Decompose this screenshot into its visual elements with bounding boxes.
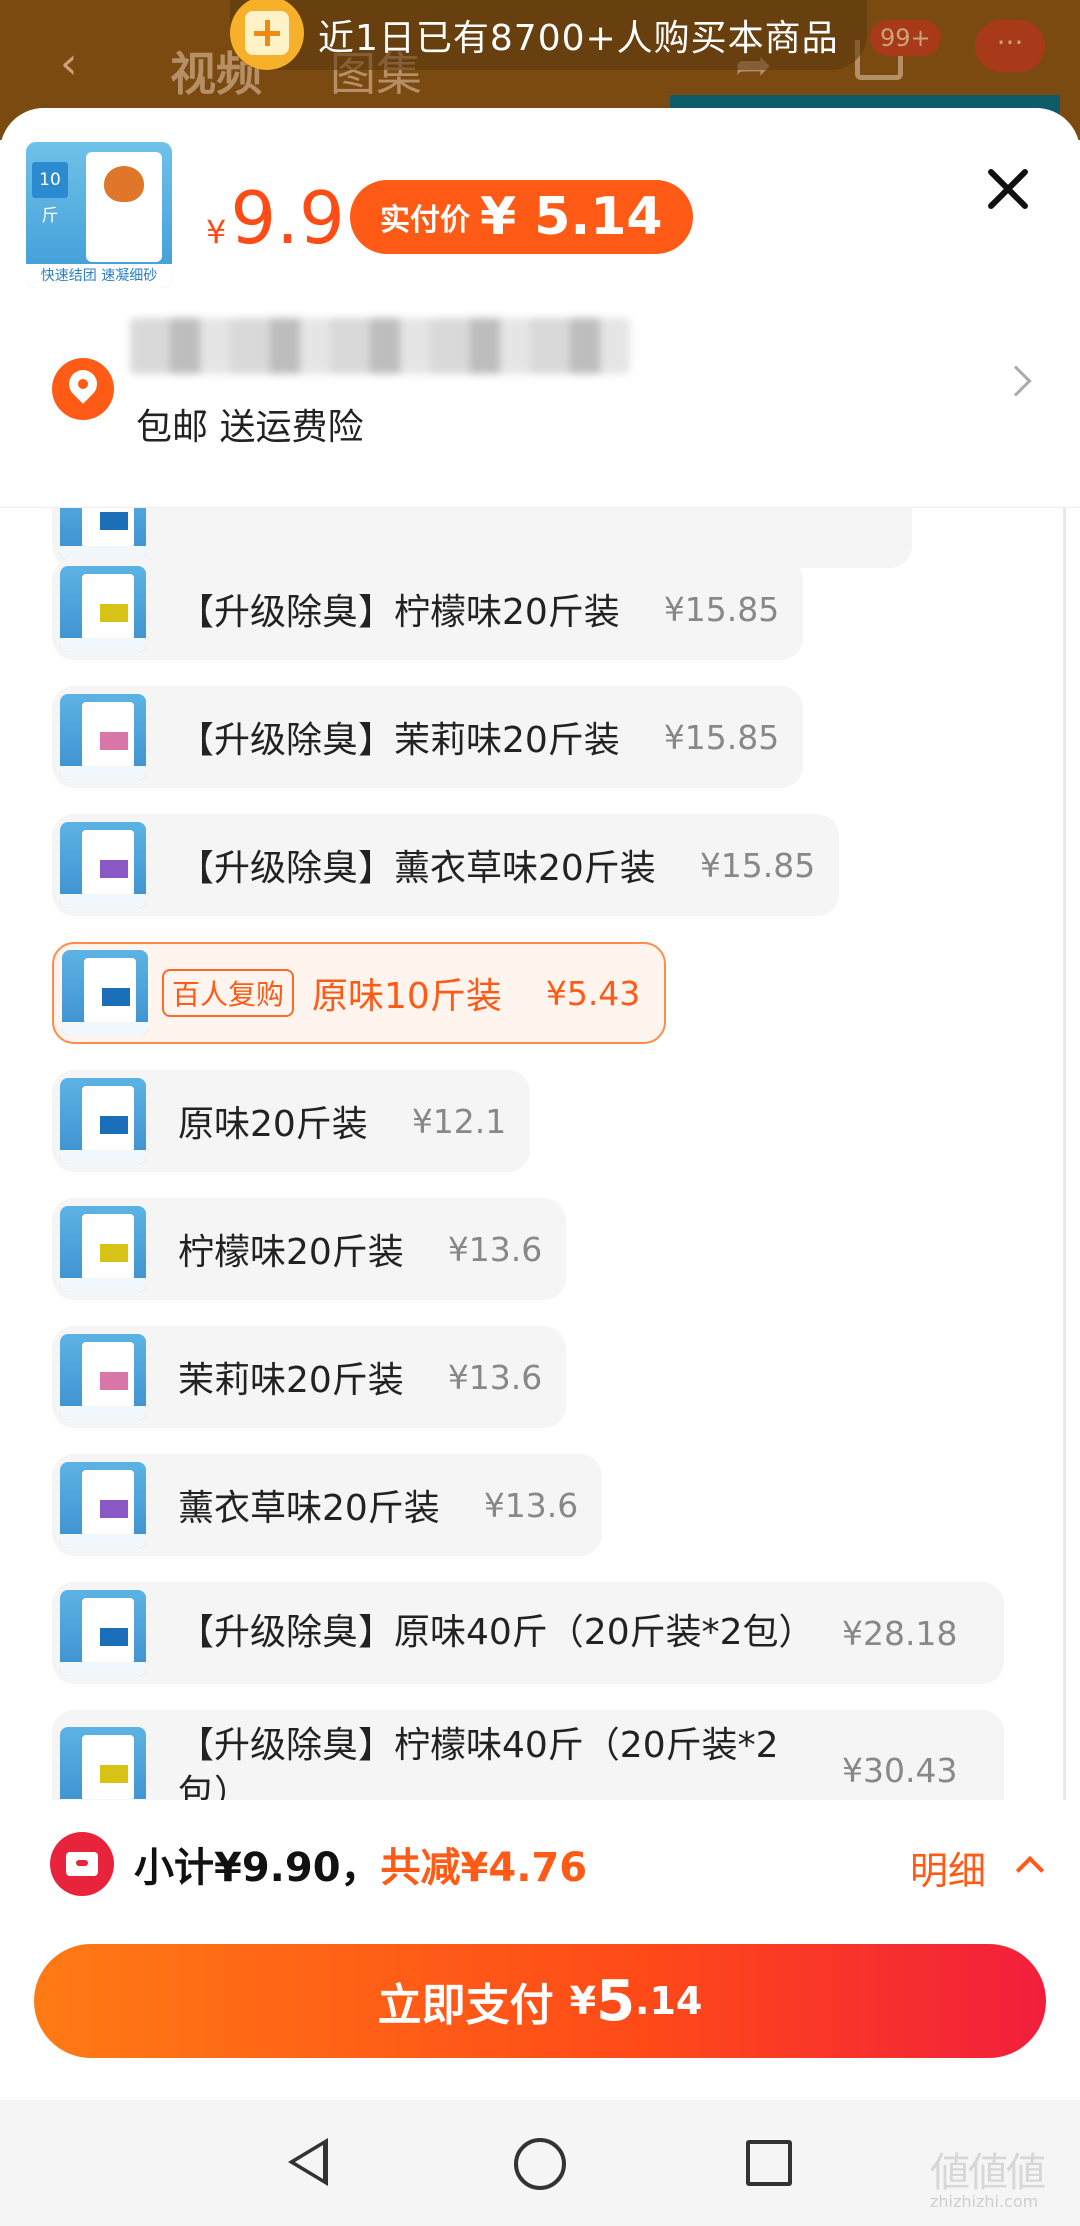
- watermark-logo: 値値値: [930, 2150, 1046, 2196]
- sku-thumbnail: [62, 950, 148, 1036]
- sku-thumbnail: [60, 566, 146, 652]
- sku-thumbnail: [60, 1078, 146, 1164]
- paid-price-pill: 实付价 ¥ 5.14: [350, 180, 693, 254]
- paid-price-label: 实付价: [380, 203, 470, 238]
- buyers-count-text: 近1日已有8700+人购买本商品: [318, 18, 839, 59]
- checkout-bar: 小计¥9.90， 共减¥4.76 明细 立即支付 ¥ 5 .14 値値値 zhi…: [0, 1800, 1080, 2226]
- sku-option[interactable]: 薰衣草味20斤装 ¥13.6: [52, 1454, 603, 1556]
- more-icon: ···: [975, 20, 1045, 72]
- sku-list: 【升级除臭】柠檬味20斤装 ¥15.85 【升级除臭】茉莉味20斤装 ¥15.8…: [16, 508, 1066, 1908]
- pay-amount-int: 5: [596, 1968, 636, 2034]
- sku-option[interactable]: 【升级除臭】薰衣草味20斤装 ¥15.85: [52, 814, 840, 916]
- sku-name: 薰衣草味20斤装: [178, 1488, 440, 1529]
- close-icon[interactable]: [985, 166, 1031, 212]
- sku-option[interactable]: 茉莉味20斤装 ¥13.6: [52, 1326, 567, 1428]
- sku-option-selected[interactable]: 百人复购 原味10斤装 ¥5.43: [52, 942, 667, 1044]
- sku-name: 【升级除臭】柠檬味20斤装: [178, 592, 620, 633]
- sku-name: 原味10斤装: [312, 976, 502, 1017]
- pay-label: 立即支付: [377, 1980, 554, 2031]
- sku-sheet: 10斤 快速结团 速凝细砂 ¥ 9.9 实付价 ¥ 5.14 包邮 送运费险 【…: [0, 108, 1080, 2226]
- price: ¥ 9.9: [206, 176, 345, 260]
- repurchase-badge: 百人复购: [162, 969, 295, 1017]
- cart-badge: 99+: [870, 20, 941, 56]
- sku-option[interactable]: 【升级除臭】原味40斤（20斤装*2包） ¥28.18: [52, 1582, 1004, 1684]
- pay-amount-dec: .14: [635, 1979, 703, 2023]
- sku-name: 原味20斤装: [178, 1104, 368, 1145]
- sku-name: 【升级除臭】薰衣草味20斤装: [178, 848, 656, 889]
- sku-price: ¥15.85: [663, 589, 780, 629]
- subtotal-row: 小计¥9.90， 共减¥4.76: [50, 1832, 587, 1896]
- thumb-footer: 快速结团 速凝细砂: [26, 264, 172, 288]
- sku-price: ¥30.43: [842, 1750, 958, 1790]
- location-pin-icon: [52, 358, 114, 420]
- sku-price: ¥5.43: [545, 973, 641, 1013]
- shopping-bag-icon: [230, 0, 304, 70]
- price-value: 9.9: [230, 176, 345, 260]
- tiger-logo-icon: [104, 166, 144, 202]
- subtotal-text: 小计¥9.90，: [134, 1845, 381, 1891]
- sku-price: ¥12.1: [411, 1101, 507, 1141]
- sku-price: ¥13.6: [483, 1485, 579, 1525]
- sku-option[interactable]: 原味20斤装 ¥12.1: [52, 1070, 531, 1172]
- sku-price: ¥13.6: [447, 1357, 543, 1397]
- sku-name: 柠檬味20斤装: [178, 1232, 404, 1273]
- watermark-domain: zhizhizhi.com: [930, 2192, 1039, 2211]
- chevron-up-icon[interactable]: [1015, 1855, 1045, 1885]
- sku-option[interactable]: 【升级除臭】柠檬味20斤装 ¥15.85: [52, 558, 804, 660]
- shipping-info: 包邮 送运费险: [136, 407, 364, 448]
- sku-option[interactable]: 【升级除臭】茉莉味20斤装 ¥15.85: [52, 686, 804, 788]
- sku-thumbnail: [60, 1462, 146, 1548]
- sku-name: 【升级除臭】茉莉味20斤装: [178, 720, 620, 761]
- buyers-banner: 近1日已有8700+人购买本商品: [230, 0, 867, 70]
- pay-currency: ¥: [569, 1979, 597, 2023]
- sku-thumbnail: [60, 822, 146, 908]
- nav-back-icon[interactable]: [288, 2138, 328, 2186]
- sku-thumbnail: [60, 1590, 146, 1676]
- sku-name: 【升级除臭】原味40斤（20斤装*2包）: [178, 1612, 815, 1653]
- address-blurred[interactable]: [130, 318, 630, 374]
- chevron-right-icon[interactable]: [1000, 365, 1032, 397]
- coupon-icon: [50, 1832, 114, 1896]
- sku-thumbnail: [60, 1206, 146, 1292]
- discount-text: 共减¥4.76: [380, 1845, 588, 1891]
- sku-name: 茉莉味20斤装: [178, 1360, 404, 1401]
- thumb-weight: 10斤: [32, 162, 68, 226]
- sku-thumbnail: [60, 694, 146, 780]
- sku-price: ¥13.6: [447, 1229, 543, 1269]
- sku-thumbnail: [60, 1334, 146, 1420]
- back-arrow-icon: ‹: [60, 38, 78, 89]
- nav-home-icon[interactable]: [514, 2138, 566, 2190]
- pay-now-button[interactable]: 立即支付 ¥ 5 .14: [34, 1944, 1046, 2058]
- sku-price: ¥15.85: [663, 717, 780, 757]
- sku-price: ¥28.18: [842, 1613, 958, 1653]
- nav-recent-icon[interactable]: [746, 2140, 792, 2186]
- detail-link[interactable]: 明细: [910, 1840, 986, 1895]
- product-thumbnail[interactable]: 10斤 快速结团 速凝细砂: [26, 142, 172, 288]
- sku-price: ¥15.85: [699, 845, 816, 885]
- sku-option[interactable]: 柠檬味20斤装 ¥13.6: [52, 1198, 567, 1300]
- sheet-header: 10斤 快速结团 速凝细砂 ¥ 9.9 实付价 ¥ 5.14 包邮 送运费险: [0, 108, 1080, 508]
- paid-price-value: ¥ 5.14: [480, 187, 663, 247]
- system-nav-bar: 値値値 zhizhizhi.com: [0, 2100, 1080, 2226]
- price-symbol: ¥: [206, 213, 227, 251]
